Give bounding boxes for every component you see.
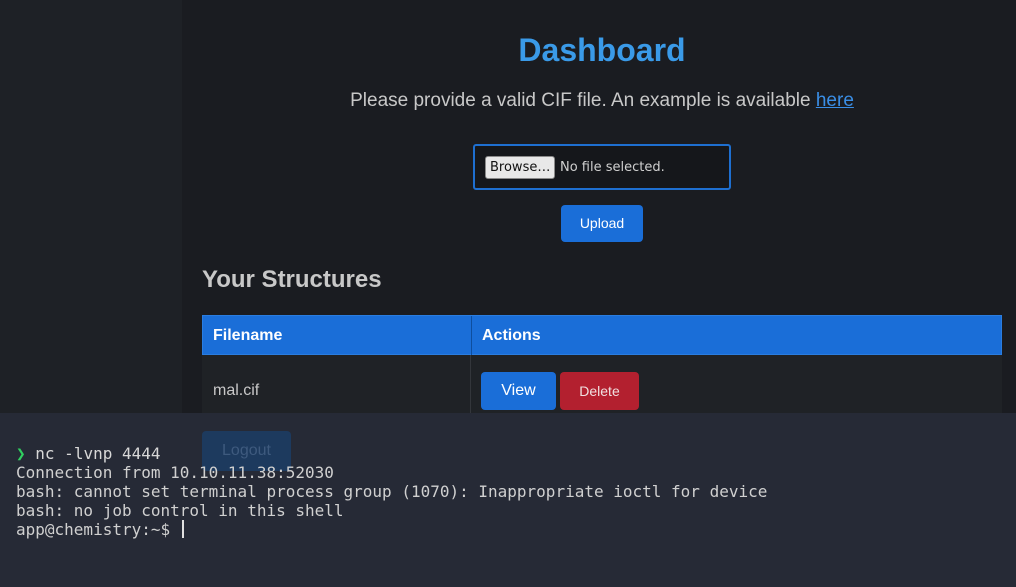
browse-button[interactable]: Browse… [485,156,556,179]
structures-heading: Your Structures [202,266,382,293]
sidebar-background [0,0,182,413]
terminal-line: bash: no job control in this shell [16,501,344,520]
file-input[interactable]: Browse… No file selected. [473,144,731,190]
row-divider [470,355,471,413]
page-subtitle: Please provide a valid CIF file. An exam… [182,90,1016,112]
file-status-text: No file selected. [560,160,665,175]
terminal-line: Connection from 10.10.11.38:52030 [16,463,334,482]
column-header-actions: Actions [482,327,541,344]
view-button[interactable]: View [481,372,556,410]
table-header: Filename Actions [202,315,1002,356]
upload-button[interactable]: Upload [561,205,643,242]
example-link[interactable]: here [816,90,854,111]
shell-prompt: app@chemistry:~$ [16,520,180,539]
cell-filename: mal.cif [213,382,260,399]
column-header-filename: Filename [213,327,283,344]
delete-button[interactable]: Delete [560,372,639,410]
subtitle-text: Please provide a valid CIF file. An exam… [350,90,816,111]
text-cursor[interactable] [181,520,184,538]
prompt-arrow-icon: ❯ [16,444,26,463]
terminal-output: ❯ nc -lvnp 4444 Connection from 10.10.11… [16,444,767,539]
page-title: Dashboard [518,32,686,68]
terminal-line: bash: cannot set terminal process group … [16,482,768,501]
terminal-command: nc -lvnp 4444 [35,444,161,463]
